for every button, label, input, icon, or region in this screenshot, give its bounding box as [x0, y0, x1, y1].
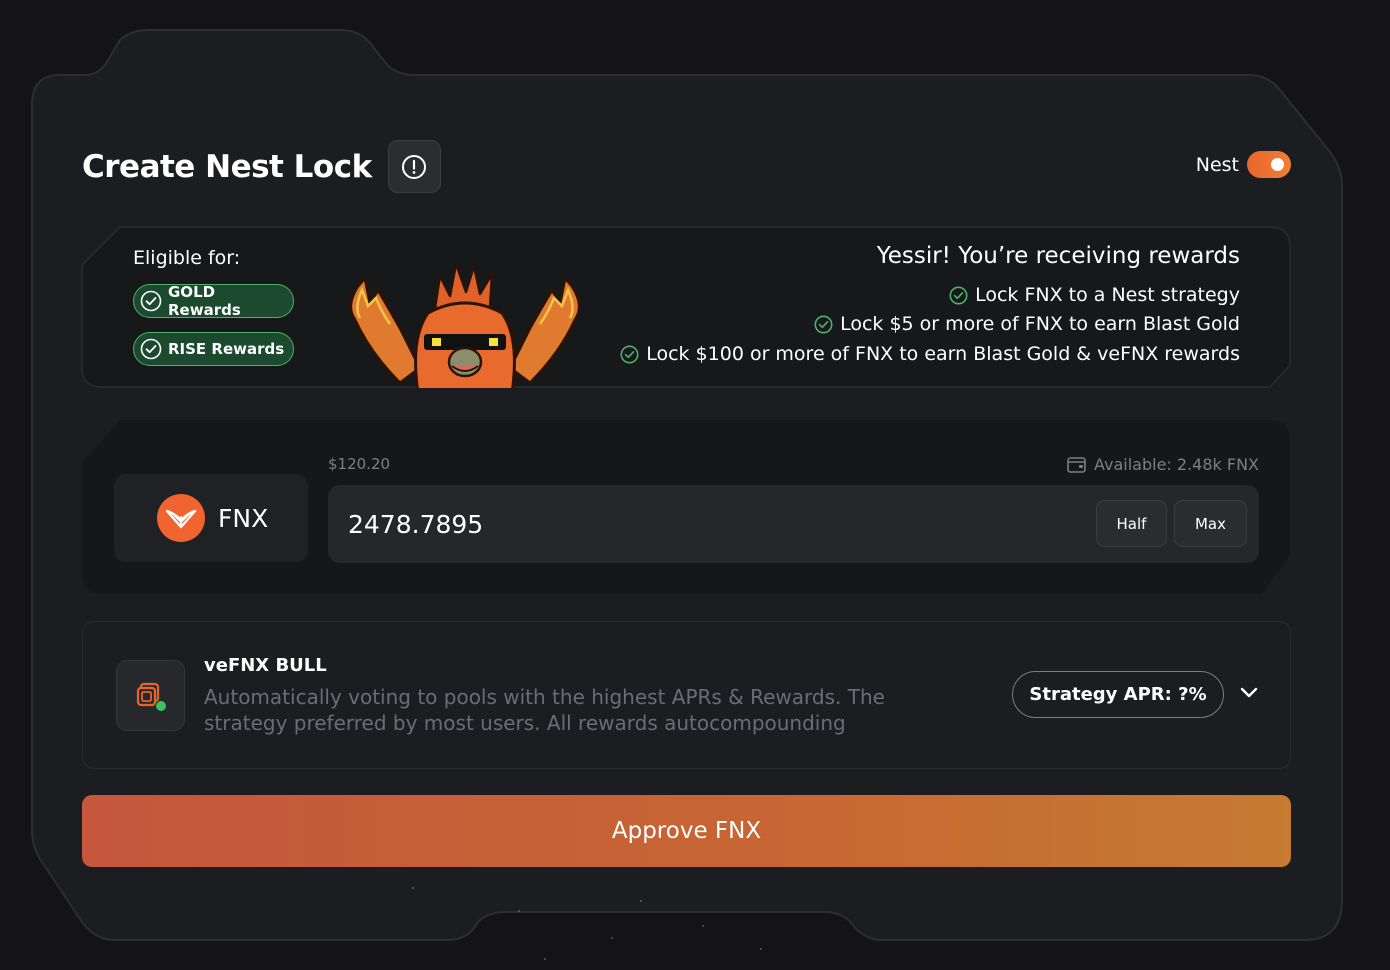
gold-rewards-badge: GOLD Rewards	[133, 283, 294, 319]
available-text: Available: 2.48k FNX	[1093, 455, 1259, 474]
max-button[interactable]: Max	[1174, 500, 1247, 547]
toggle-knob	[1271, 158, 1284, 171]
fenix-logo-icon	[157, 494, 205, 542]
reward-line: Lock FNX to a Nest strategy	[949, 284, 1240, 306]
strategy-apr-badge: Strategy APR: ?%	[1012, 671, 1224, 718]
header: Create Nest Lock	[82, 140, 441, 193]
badge-label: RISE Rewards	[168, 340, 285, 358]
chevron-down-icon[interactable]	[1239, 686, 1259, 700]
half-button[interactable]: Half	[1096, 500, 1167, 547]
amount-field: Half Max	[328, 485, 1259, 563]
reward-line-text: Lock $5 or more of FNX to earn Blast Gol…	[840, 313, 1240, 335]
usd-value: $120.20	[328, 455, 391, 473]
token-selector[interactable]: FNX	[114, 474, 308, 562]
nest-label: Nest	[1195, 153, 1239, 176]
amount-input[interactable]	[348, 505, 1048, 543]
token-symbol: FNX	[218, 503, 269, 533]
rise-rewards-badge: RISE Rewards	[133, 332, 294, 366]
badge-label: GOLD Rewards	[168, 283, 241, 319]
strategy-title: veFNX BULL	[204, 655, 327, 676]
stacked-layers-icon	[116, 660, 185, 731]
check-circle-icon	[814, 315, 833, 334]
approve-button[interactable]: Approve FNX	[82, 795, 1291, 867]
rewards-heading: Yessir! You’re receiving rewards	[876, 243, 1240, 269]
strategy-card[interactable]: veFNX BULL Automatically voting to pools…	[82, 621, 1291, 769]
wallet-icon	[1067, 456, 1086, 473]
check-circle-icon	[949, 286, 968, 305]
reward-line-text: Lock $100 or more of FNX to earn Blast G…	[646, 343, 1240, 365]
info-button[interactable]	[387, 140, 441, 193]
strategy-description: Automatically voting to pools with the h…	[204, 685, 885, 735]
reward-line-text: Lock FNX to a Nest strategy	[975, 284, 1240, 306]
eligible-label: Eligible for:	[133, 247, 241, 269]
nest-toggle-group: Nest	[1196, 151, 1291, 178]
reward-line: Lock $100 or more of FNX to earn Blast G…	[620, 343, 1240, 365]
check-circle-icon	[140, 290, 162, 312]
available-balance: Available: 2.48k FNX	[1067, 455, 1259, 474]
check-circle-icon	[140, 338, 162, 360]
reward-line: Lock $5 or more of FNX to earn Blast Gol…	[814, 313, 1240, 335]
page: Create Nest Lock Nest Eligible for: GOLD…	[0, 0, 1390, 970]
nest-toggle[interactable]	[1247, 151, 1291, 178]
page-title: Create Nest Lock	[82, 148, 372, 185]
phoenix-mascot-image	[340, 258, 590, 388]
check-circle-icon	[620, 345, 639, 364]
info-icon	[402, 154, 427, 179]
